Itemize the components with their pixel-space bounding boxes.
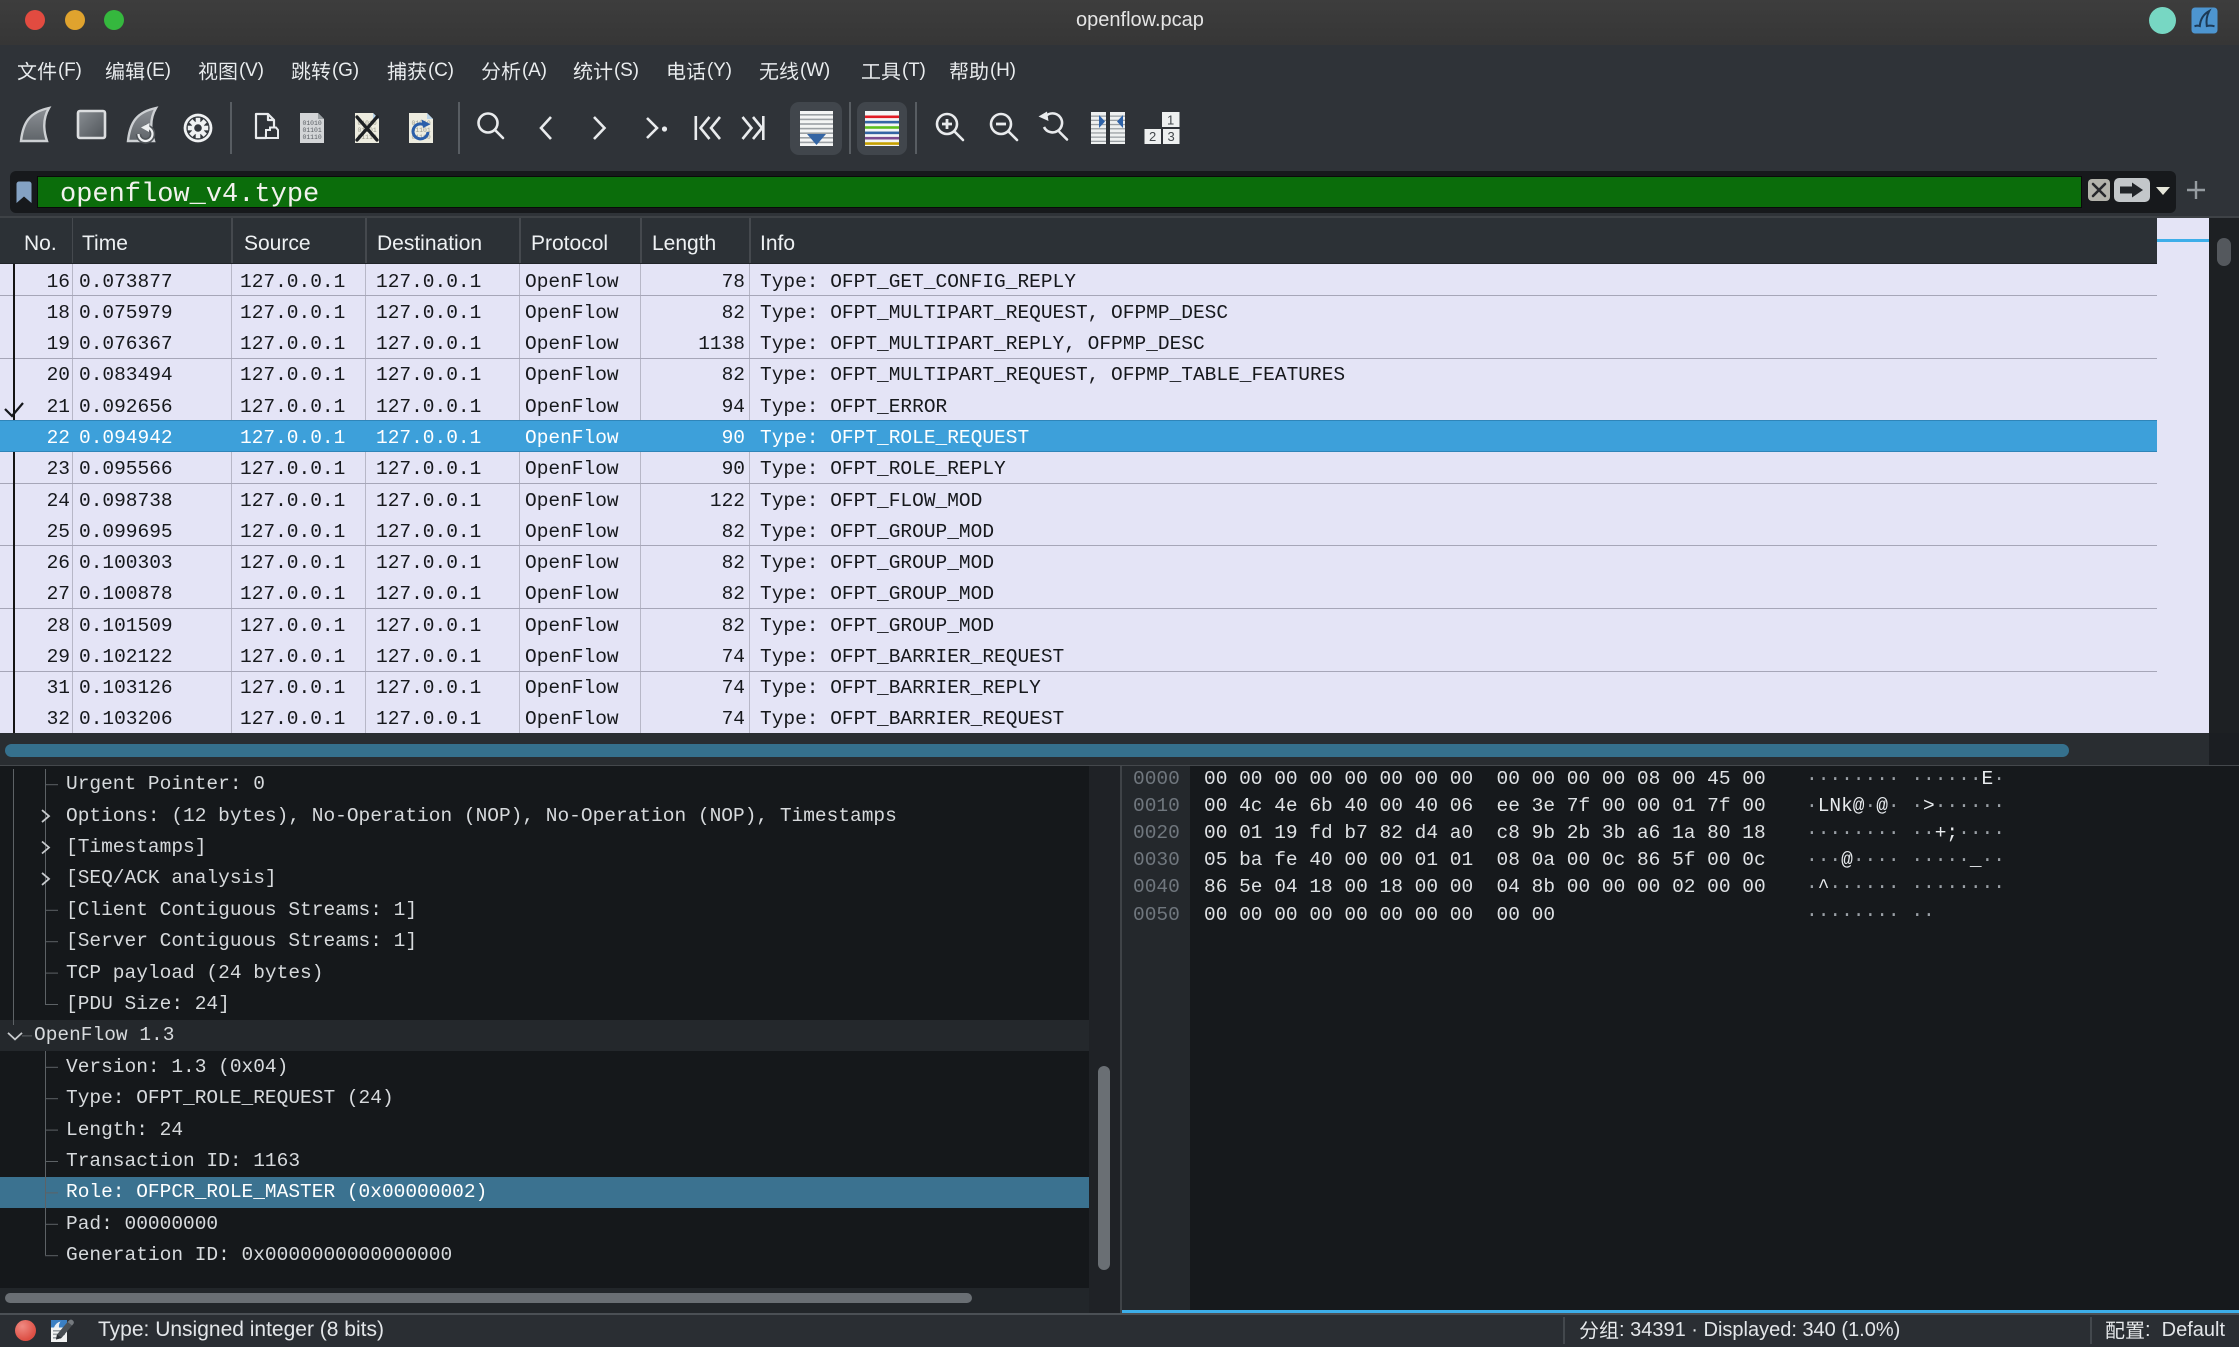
svg-text:01010: 01010	[303, 120, 322, 127]
svg-text:01101: 01101	[303, 127, 322, 134]
svg-text:3: 3	[1168, 129, 1175, 144]
svg-text:2: 2	[1149, 129, 1156, 144]
svg-text:01110: 01110	[303, 134, 322, 141]
svg-text:1: 1	[1167, 113, 1174, 128]
